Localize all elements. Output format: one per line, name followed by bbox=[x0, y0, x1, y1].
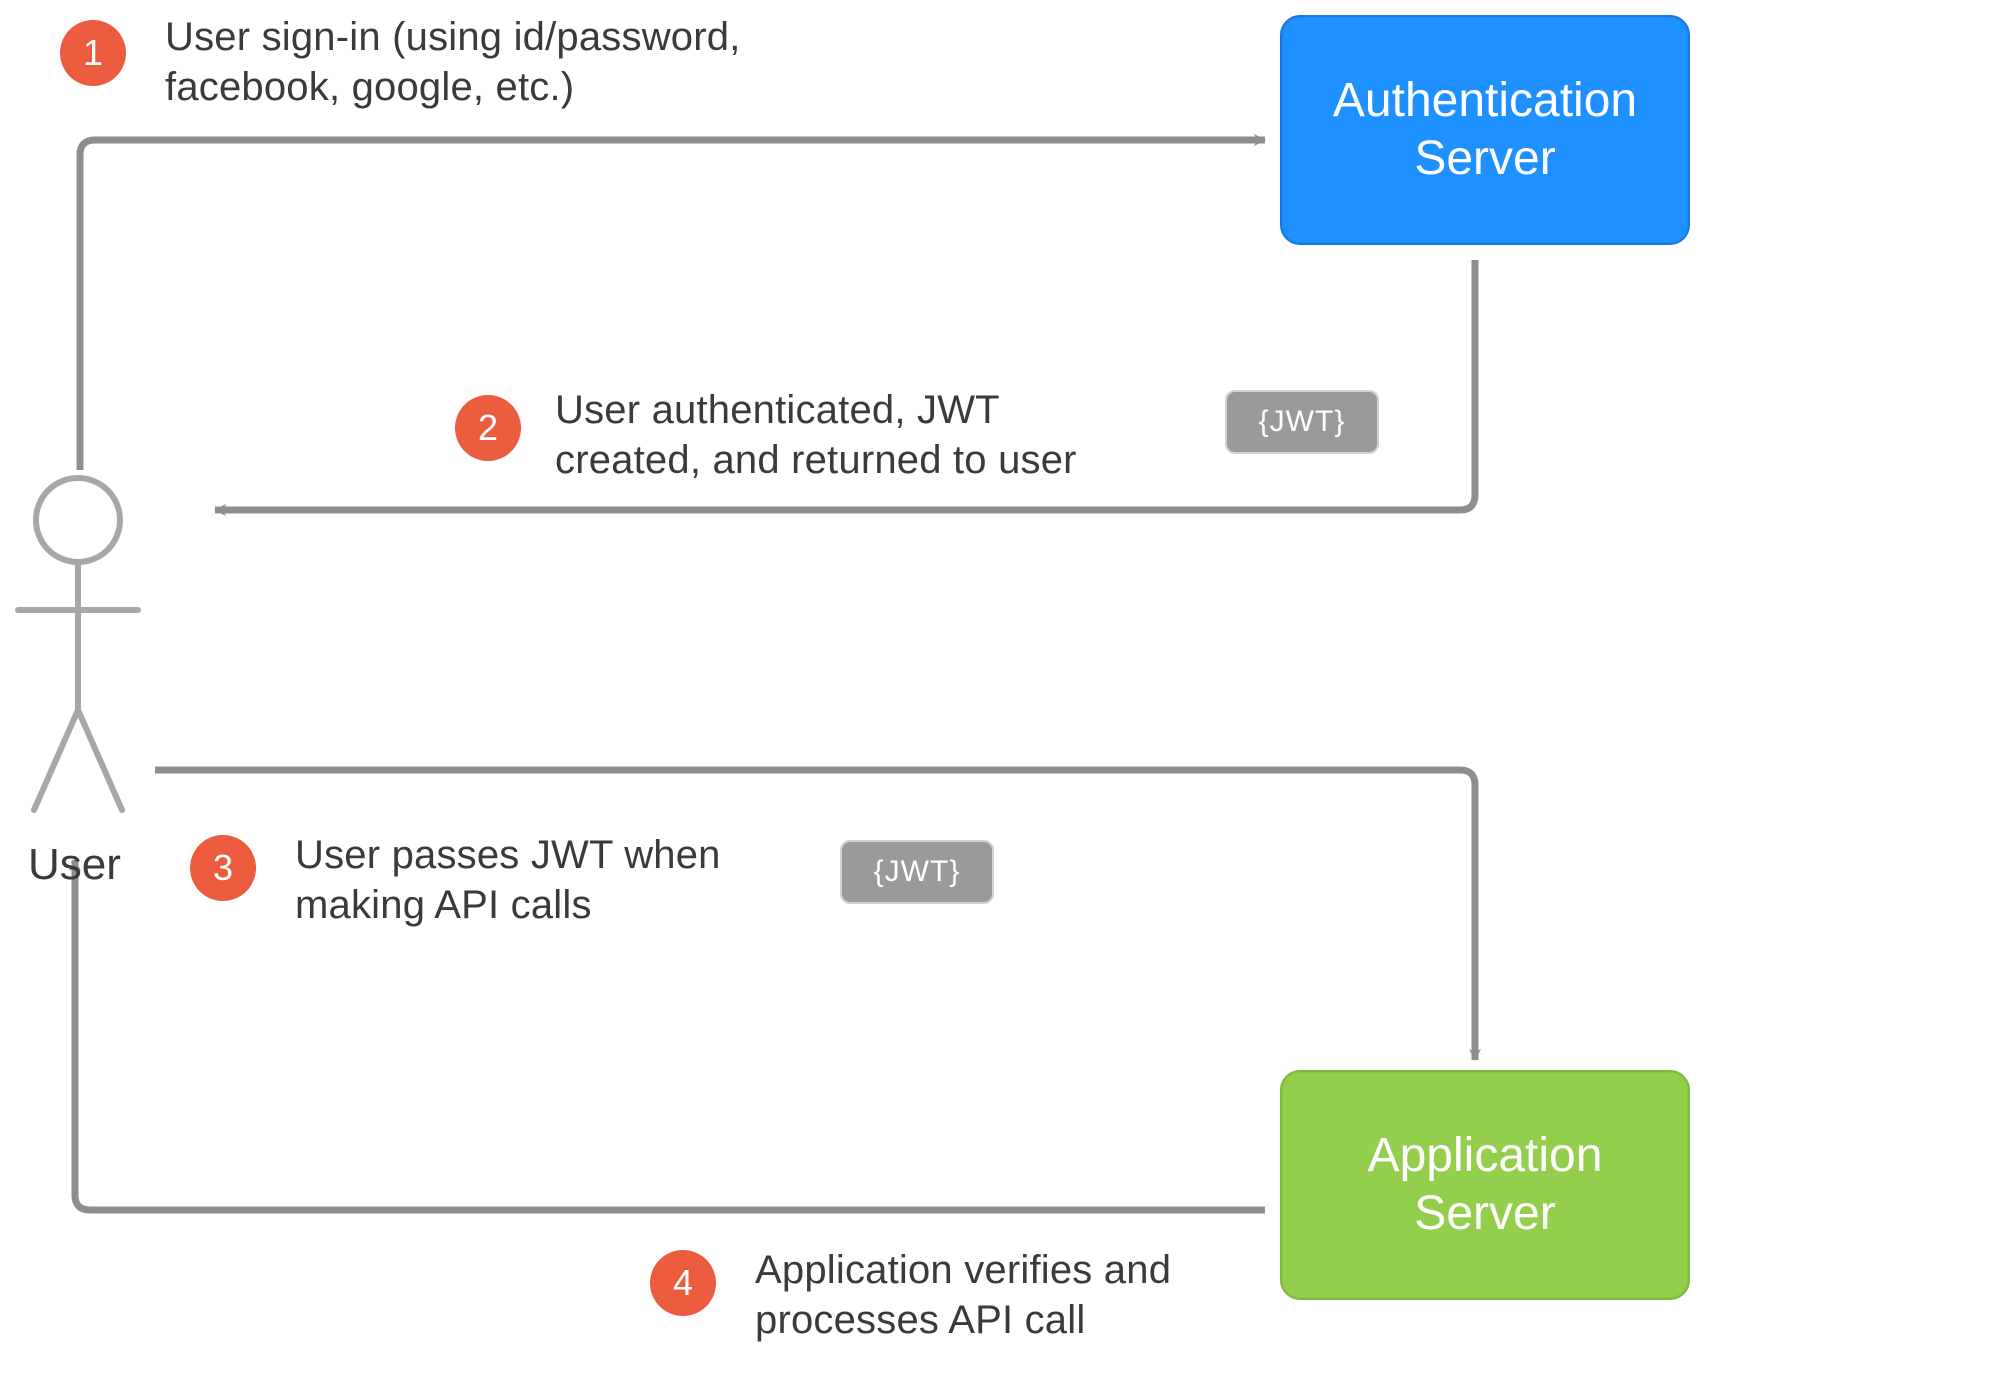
user-icon bbox=[18, 478, 138, 810]
step-3-text: User passes JWT when making API calls bbox=[295, 830, 815, 930]
step-2-badge: 2 bbox=[455, 395, 521, 461]
step-1-text: User sign-in (using id/password, faceboo… bbox=[165, 12, 885, 112]
jwt-token-step-3: {JWT} bbox=[840, 840, 994, 904]
step-2-text: User authenticated, JWT created, and ret… bbox=[555, 385, 1155, 485]
step-1-badge: 1 bbox=[60, 20, 126, 86]
user-label: User bbox=[28, 840, 121, 890]
step-4-text: Application verifies and processes API c… bbox=[755, 1245, 1315, 1345]
step-3-badge: 3 bbox=[190, 835, 256, 901]
step-4-badge: 4 bbox=[650, 1250, 716, 1316]
diagram-arrows bbox=[0, 0, 2000, 1375]
app-server-box: Application Server bbox=[1280, 1070, 1690, 1300]
jwt-token-step-2: {JWT} bbox=[1225, 390, 1379, 454]
auth-server-box: Authentication Server bbox=[1280, 15, 1690, 245]
